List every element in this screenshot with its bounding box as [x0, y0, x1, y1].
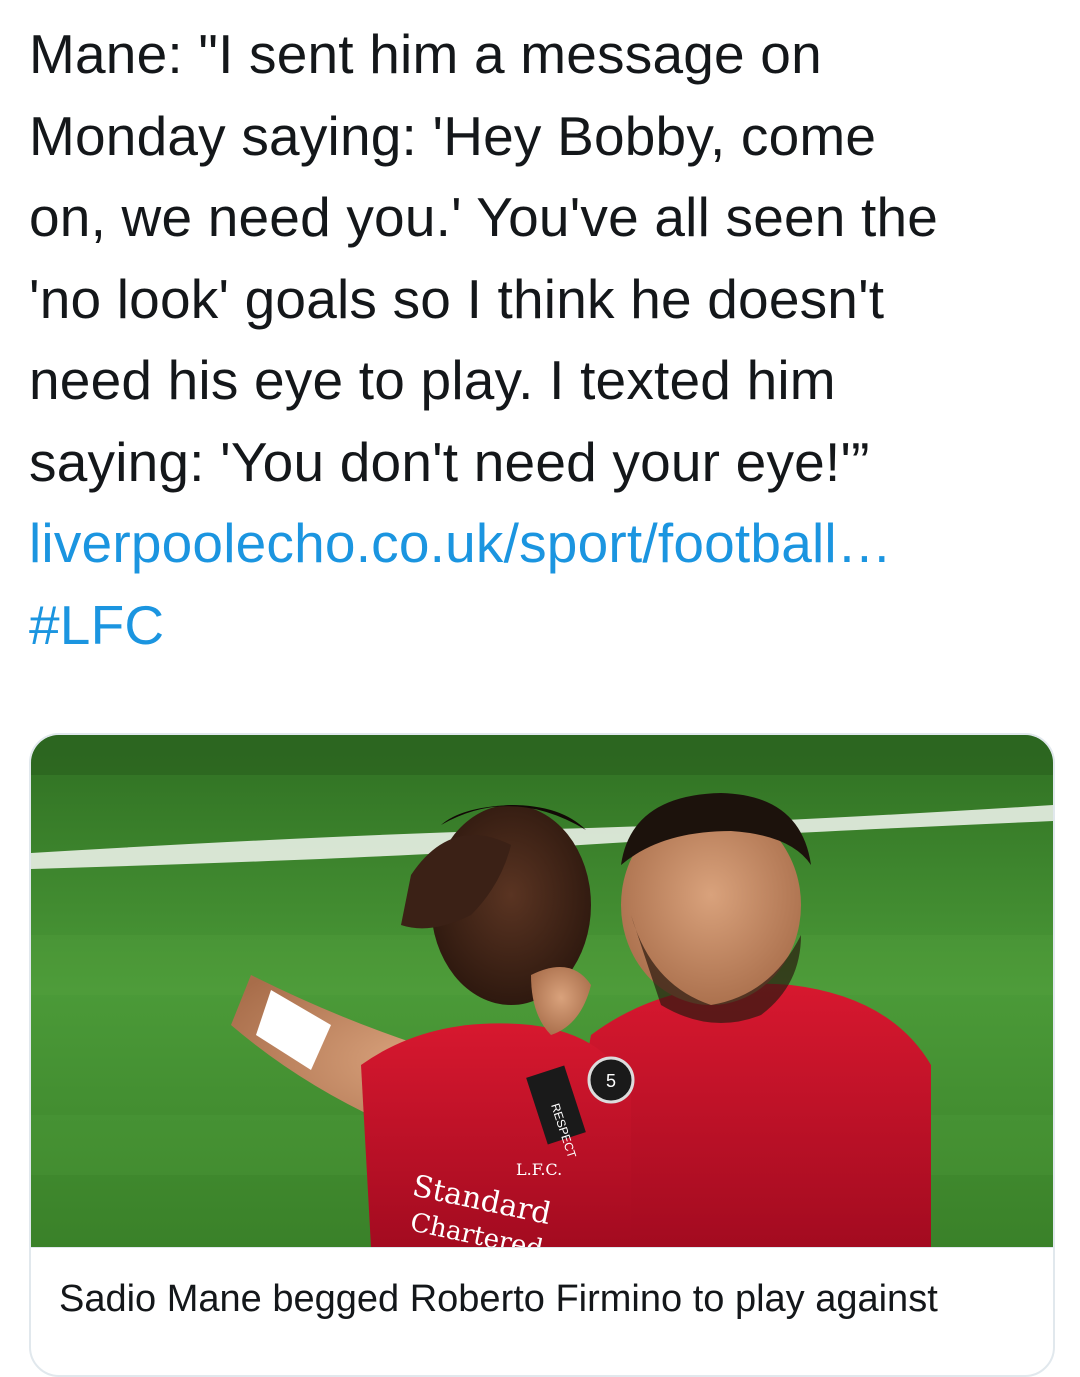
svg-text:L.F.C.: L.F.C. [516, 1160, 562, 1179]
svg-text:5: 5 [606, 1071, 616, 1091]
card-divider [31, 1247, 1053, 1248]
tweet-text: Mane: "I sent him a message on Monday sa… [29, 14, 1059, 666]
link-preview-card[interactable]: 5 Standard Chartered L.F.C. RESPECT Sadi… [29, 733, 1055, 1377]
tweet-text-line: 'no look' goals so I think he doesn't [29, 267, 885, 330]
tweet-text-line: Monday saying: 'Hey Bobby, come [29, 104, 877, 167]
card-caption[interactable]: Sadio Mane begged Roberto Firmino to pla… [59, 1275, 938, 1323]
tweet-text-line: Mane: "I sent him a message on [29, 23, 822, 85]
tweet-text-line: on, we need you.' You've all seen the [29, 186, 939, 248]
tweet-text-line: saying: 'You don't need your eye!'” [29, 430, 870, 493]
tweet-text-line: need his eye to play. I texted him [29, 349, 836, 411]
card-image[interactable]: 5 Standard Chartered L.F.C. RESPECT [31, 735, 1053, 1247]
article-link[interactable]: liverpoolecho.co.uk/sport/football… [29, 503, 1059, 585]
hashtag-link[interactable]: #LFC [29, 585, 1059, 667]
